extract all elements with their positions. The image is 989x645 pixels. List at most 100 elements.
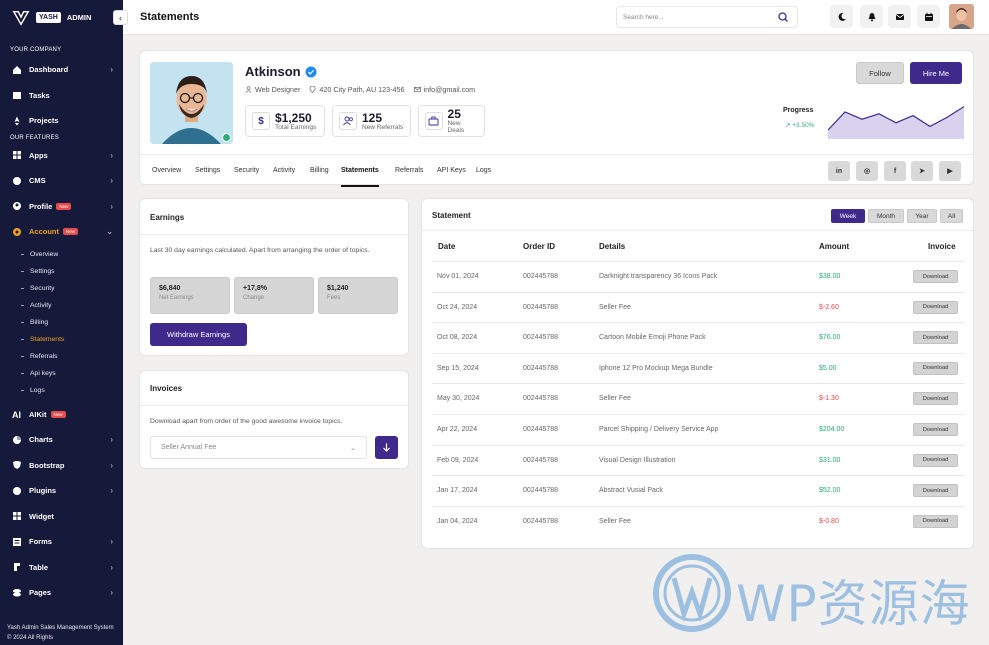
sidebar-item-pages[interactable]: Pages › bbox=[0, 580, 123, 606]
cell-order-id: 002445788 bbox=[523, 303, 559, 311]
brand-box: YASH bbox=[36, 12, 61, 23]
sidebar-item-table[interactable]: Table › bbox=[0, 555, 123, 581]
download-button[interactable]: Download bbox=[913, 300, 958, 314]
theme-toggle-button[interactable] bbox=[830, 5, 853, 28]
search-icon[interactable] bbox=[777, 11, 789, 23]
location-icon bbox=[309, 86, 316, 93]
sidebar-subitem-api-keys[interactable]: Api keys bbox=[0, 365, 123, 382]
cell-amount: $52.00 bbox=[819, 487, 841, 495]
withdraw-earnings-button[interactable]: Withdraw Earnings bbox=[150, 323, 247, 346]
table-row: Oct 08, 2024 002445788 Cartoon Mobile Emoj… bbox=[432, 322, 964, 353]
cell-details: Seller Fee bbox=[599, 303, 631, 311]
cell-order-id: 002445788 bbox=[523, 395, 559, 403]
telegram-button[interactable]: ➤ bbox=[911, 161, 933, 181]
watermark: WP资源海 bbox=[652, 548, 972, 638]
progress-label: Progress bbox=[783, 107, 814, 114]
tab-billing[interactable]: Billing bbox=[310, 167, 329, 174]
profile-role: Web Designer bbox=[245, 85, 300, 94]
cell-order-id: 002445788 bbox=[523, 334, 559, 342]
tab-referrals[interactable]: Referrals bbox=[395, 167, 423, 174]
search-input[interactable] bbox=[623, 13, 777, 21]
sidebar-item-charts[interactable]: Charts › bbox=[0, 427, 123, 453]
cell-amount: $31.00 bbox=[819, 456, 841, 464]
instagram-button[interactable]: ◎ bbox=[856, 161, 878, 181]
profile-photo bbox=[150, 62, 233, 144]
col-header-order-id: Order ID bbox=[523, 242, 556, 251]
download-button[interactable]: Download bbox=[913, 484, 958, 498]
mini-label: Net Earnings bbox=[159, 295, 194, 301]
sidebar-subitem-logs[interactable]: Logs bbox=[0, 382, 123, 399]
youtube-button[interactable]: ▶ bbox=[939, 161, 961, 181]
mini-label: Change bbox=[243, 295, 265, 301]
sidebar-item-forms[interactable]: Forms › bbox=[0, 529, 123, 555]
arrow-down-icon bbox=[383, 443, 390, 452]
download-button[interactable]: Download bbox=[913, 423, 958, 436]
sidebar-item-projects[interactable]: Projects bbox=[0, 108, 123, 134]
download-button[interactable]: Download bbox=[913, 270, 958, 283]
sidebar-item-widget[interactable]: Widget bbox=[0, 504, 123, 530]
tab-activity[interactable]: Activity bbox=[273, 167, 295, 174]
range-week-button[interactable]: Week bbox=[831, 209, 865, 223]
sidebar-subitem-billing[interactable]: Billing bbox=[0, 314, 123, 331]
user-avatar[interactable] bbox=[949, 4, 974, 29]
chevron-down-icon: ⌄ bbox=[106, 227, 113, 237]
page-title: Statements bbox=[140, 11, 200, 23]
sidebar-subitem-statements[interactable]: Statements bbox=[0, 331, 123, 348]
sidebar-item-cms[interactable]: CMS › bbox=[0, 168, 123, 194]
hire-me-button[interactable]: Hire Me bbox=[910, 62, 962, 84]
tab-statements[interactable]: Statements bbox=[341, 167, 379, 187]
users-icon bbox=[339, 112, 357, 130]
sidebar-item-label: Apps bbox=[29, 150, 48, 160]
sidebar-item-tasks[interactable]: Tasks bbox=[0, 83, 123, 109]
collapse-sidebar-button[interactable]: ‹ bbox=[113, 10, 128, 25]
messages-button[interactable] bbox=[888, 5, 911, 28]
rocket-icon bbox=[12, 116, 22, 126]
download-button[interactable]: Download bbox=[913, 453, 958, 467]
sidebar-subitem-security[interactable]: Security bbox=[0, 280, 123, 297]
tab-overview[interactable]: Overview bbox=[152, 167, 181, 174]
chevron-right-icon: › bbox=[110, 65, 113, 75]
sidebar-subitem-referrals[interactable]: Referrals bbox=[0, 348, 123, 365]
sidebar-subitem-activity[interactable]: Activity bbox=[0, 297, 123, 314]
table-row: Apr 22, 2024 002445788 Parcel Shipping / D… bbox=[432, 414, 964, 445]
stat-value: $1,250 bbox=[275, 110, 312, 125]
sidebar-item-apps[interactable]: Apps › bbox=[0, 143, 123, 169]
sidebar-subitem-overview[interactable]: Overview bbox=[0, 246, 123, 263]
tab-security[interactable]: Security bbox=[234, 167, 259, 174]
range-month-button[interactable]: Month bbox=[868, 209, 904, 223]
tab-settings[interactable]: Settings bbox=[195, 167, 220, 174]
invoice-select[interactable]: Seller Annual Fee ⌄ bbox=[150, 436, 367, 459]
instagram-icon: ◎ bbox=[863, 168, 871, 175]
notifications-button[interactable] bbox=[860, 5, 883, 28]
sidebar-item-bootstrap[interactable]: Bootstrap › bbox=[0, 453, 123, 479]
sidebar-item-dashboard[interactable]: Dashboard › bbox=[0, 57, 123, 83]
cell-details: Cartoon Mobile Emoji Phone Pack bbox=[599, 334, 706, 342]
mini-label: Fees bbox=[327, 295, 341, 301]
sidebar-item-label: Account bbox=[29, 227, 59, 237]
download-button[interactable]: Download bbox=[913, 361, 958, 375]
chevron-right-icon: › bbox=[110, 201, 113, 211]
download-button[interactable]: Download bbox=[913, 514, 958, 528]
brand-logo[interactable]: YASH ADMIN bbox=[0, 0, 123, 35]
sidebar-item-plugins[interactable]: Plugins › bbox=[0, 478, 123, 504]
range-all-button[interactable]: All bbox=[940, 209, 963, 223]
tab-logs[interactable]: Logs bbox=[476, 167, 491, 174]
in-button[interactable]: in bbox=[828, 161, 850, 181]
cell-amount: $38.00 bbox=[819, 273, 841, 280]
profile-email[interactable]: info@gmail.com bbox=[413, 85, 475, 94]
download-invoice-button[interactable] bbox=[375, 436, 398, 459]
range-year-button[interactable]: Year bbox=[907, 209, 937, 223]
sidebar-item-account[interactable]: Account New ⌄ bbox=[0, 219, 123, 245]
earnings-card: Earnings Last 30 day earnings calculated… bbox=[139, 198, 409, 356]
sidebar-subitem-settings[interactable]: Settings bbox=[0, 263, 123, 280]
download-button[interactable]: Download bbox=[913, 392, 958, 406]
sidebar: YASH ADMIN YOUR COMPANY Dashboard › Tasks P… bbox=[0, 0, 123, 645]
f-button[interactable]: f bbox=[884, 161, 906, 181]
download-button[interactable]: Download bbox=[913, 331, 958, 345]
sidebar-item-profile[interactable]: Profile New › bbox=[0, 194, 123, 220]
cell-details: Visual Design Illustration bbox=[599, 456, 676, 464]
calendar-button[interactable] bbox=[917, 5, 940, 28]
follow-button[interactable]: Follow bbox=[856, 62, 904, 84]
tab-api-keys[interactable]: API Keys bbox=[437, 167, 466, 174]
sidebar-item-aikit[interactable]: AI AIKit New bbox=[0, 402, 123, 428]
